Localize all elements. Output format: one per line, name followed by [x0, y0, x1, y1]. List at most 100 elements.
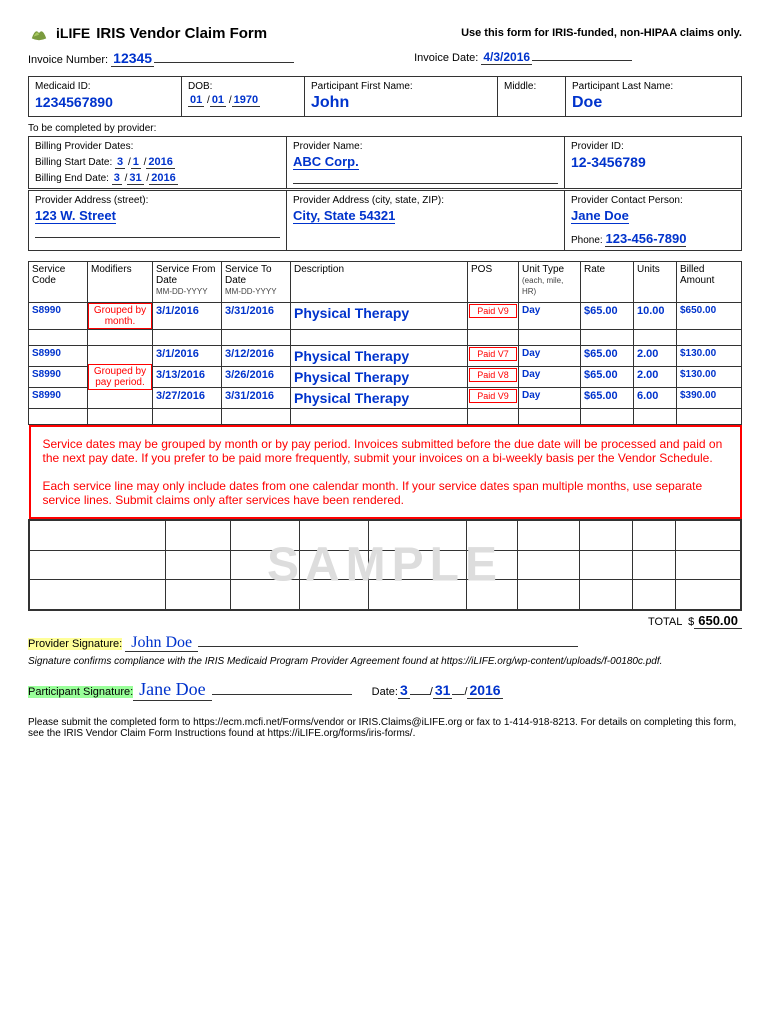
start-d[interactable]: 1: [131, 156, 141, 169]
col-units: Units: [634, 262, 677, 303]
svc-rate: $65.00: [581, 388, 634, 409]
sig-date-y[interactable]: 2016: [467, 682, 502, 699]
note-p2: Each service line may only include dates…: [43, 479, 728, 507]
svc-to: 3/12/2016: [222, 346, 291, 367]
svc-from: 3/1/2016: [153, 346, 222, 367]
provider-name-value[interactable]: ABC Corp.: [293, 154, 359, 170]
invoice-number-value[interactable]: 12345: [111, 50, 154, 67]
billing-dates-label: Billing Provider Dates:: [35, 141, 280, 152]
ilife-logo-icon: [28, 24, 50, 42]
note-box: Service dates may be grouped by month or…: [29, 425, 742, 519]
col-rate: Rate: [581, 262, 634, 303]
svc-mod: Grouped by month.: [88, 303, 153, 330]
svc-rate: $65.00: [581, 303, 634, 330]
participant-info-row: Medicaid ID:1234567890 DOB: 01 /01 /1970…: [28, 76, 742, 117]
end-date-label: Billing End Date:: [35, 173, 109, 184]
dob-month[interactable]: 01: [188, 94, 204, 107]
form-usage-note: Use this form for IRIS-funded, non-HIPAA…: [461, 27, 742, 39]
svc-billed: $130.00: [677, 346, 742, 367]
provider-name-label: Provider Name:: [293, 141, 558, 152]
provider-id-value[interactable]: 12-3456789: [571, 154, 646, 170]
invoice-row: Invoice Number: 12345 Invoice Date: 4/3/…: [28, 50, 742, 66]
col-unit: Unit Type(each, mile, HR): [519, 262, 581, 303]
start-y[interactable]: 2016: [146, 156, 174, 169]
svc-to: 3/31/2016: [222, 388, 291, 409]
participant-signature-row: Participant Signature: Jane Doe Date: 3 …: [28, 679, 742, 701]
sig-date-d[interactable]: 31: [433, 682, 453, 699]
svc-unit: Day: [519, 367, 581, 388]
sample-row: SAMPLE: [29, 520, 742, 611]
medicaid-label: Medicaid ID:: [35, 81, 175, 92]
svc-desc: Physical Therapy: [291, 303, 468, 330]
end-y[interactable]: 2016: [149, 172, 177, 185]
addr-street-label: Provider Address (street):: [35, 195, 280, 206]
dob-year[interactable]: 1970: [232, 94, 260, 107]
start-m[interactable]: 3: [115, 156, 125, 169]
addr-street-value[interactable]: 123 W. Street: [35, 208, 116, 224]
total-row: TOTAL $650.00: [28, 613, 742, 628]
col-to: Service To DateMM-DD-YYYY: [222, 262, 291, 303]
svc-unit: Day: [519, 303, 581, 330]
svc-desc: Physical Therapy: [291, 367, 468, 388]
svc-from: 3/27/2016: [153, 388, 222, 409]
svc-pos: Paid V9: [468, 303, 519, 330]
invoice-number-label: Invoice Number:: [28, 54, 108, 66]
svc-code: S8990: [29, 367, 88, 388]
last-name-value[interactable]: Doe: [572, 94, 602, 111]
svc-billed: $130.00: [677, 367, 742, 388]
addr-csz-value[interactable]: City, State 54321: [293, 208, 395, 224]
end-d[interactable]: 31: [127, 172, 143, 185]
sig-date-m[interactable]: 3: [398, 682, 410, 699]
provider-sig-label: Provider Signature:: [28, 638, 122, 650]
brand-text: iLIFE: [56, 25, 90, 41]
service-table: Service Code Modifiers Service From Date…: [28, 261, 742, 611]
svc-billed: $650.00: [677, 303, 742, 330]
svc-pos: Paid V9: [468, 388, 519, 409]
note-p1: Service dates may be grouped by month or…: [43, 437, 728, 465]
provider-sig-value[interactable]: John Doe: [125, 634, 198, 652]
phone-value[interactable]: 123-456-7890: [605, 231, 686, 247]
table-row: [29, 330, 742, 346]
first-name-value[interactable]: John: [311, 94, 349, 111]
svc-billed: $390.00: [677, 388, 742, 409]
col-mod: Modifiers: [88, 262, 153, 303]
last-name-label: Participant Last Name:: [572, 81, 735, 92]
svc-code: S8990: [29, 388, 88, 409]
start-date-label: Billing Start Date:: [35, 157, 112, 168]
svc-desc: Physical Therapy: [291, 388, 468, 409]
submission-footer: Please submit the completed form to http…: [28, 717, 742, 739]
medicaid-value[interactable]: 1234567890: [35, 94, 113, 110]
provider-id-label: Provider ID:: [571, 141, 735, 152]
col-pos: POS: [468, 262, 519, 303]
svc-units: 2.00: [634, 367, 677, 388]
dob-label: DOB:: [188, 81, 298, 92]
dob-day[interactable]: 01: [210, 94, 226, 107]
participant-sig-value[interactable]: Jane Doe: [133, 679, 211, 701]
middle-label: Middle:: [504, 81, 559, 92]
table-row: S8990Grouped by pay period.3/1/2016 3/12…: [29, 346, 742, 367]
table-row: [29, 409, 742, 425]
sig-date-label: Date:: [372, 686, 398, 698]
svc-desc: Physical Therapy: [291, 346, 468, 367]
invoice-date-value[interactable]: 4/3/2016: [481, 50, 532, 65]
first-name-label: Participant First Name:: [311, 81, 491, 92]
contact-label: Provider Contact Person:: [571, 195, 735, 206]
svc-unit: Day: [519, 346, 581, 367]
note-row: Service dates may be grouped by month or…: [29, 425, 742, 520]
svc-rate: $65.00: [581, 346, 634, 367]
svc-units: 10.00: [634, 303, 677, 330]
contact-value[interactable]: Jane Doe: [571, 208, 629, 224]
svc-to: 3/31/2016: [222, 303, 291, 330]
total-value: 650.00: [694, 613, 742, 629]
svc-rate: $65.00: [581, 367, 634, 388]
end-m[interactable]: 3: [112, 172, 122, 185]
provider-row1: Billing Provider Dates: Billing Start Da…: [28, 136, 742, 189]
svc-code: S8990: [29, 303, 88, 330]
svc-units: 2.00: [634, 346, 677, 367]
svc-mod: Grouped by pay period.: [88, 346, 153, 409]
col-billed: Billed Amount: [677, 262, 742, 303]
total-label: TOTAL: [648, 616, 682, 628]
form-header: iLIFE IRIS Vendor Claim Form Use this fo…: [28, 24, 742, 42]
provider-section-label: To be completed by provider:: [28, 123, 742, 134]
svc-to: 3/26/2016: [222, 367, 291, 388]
